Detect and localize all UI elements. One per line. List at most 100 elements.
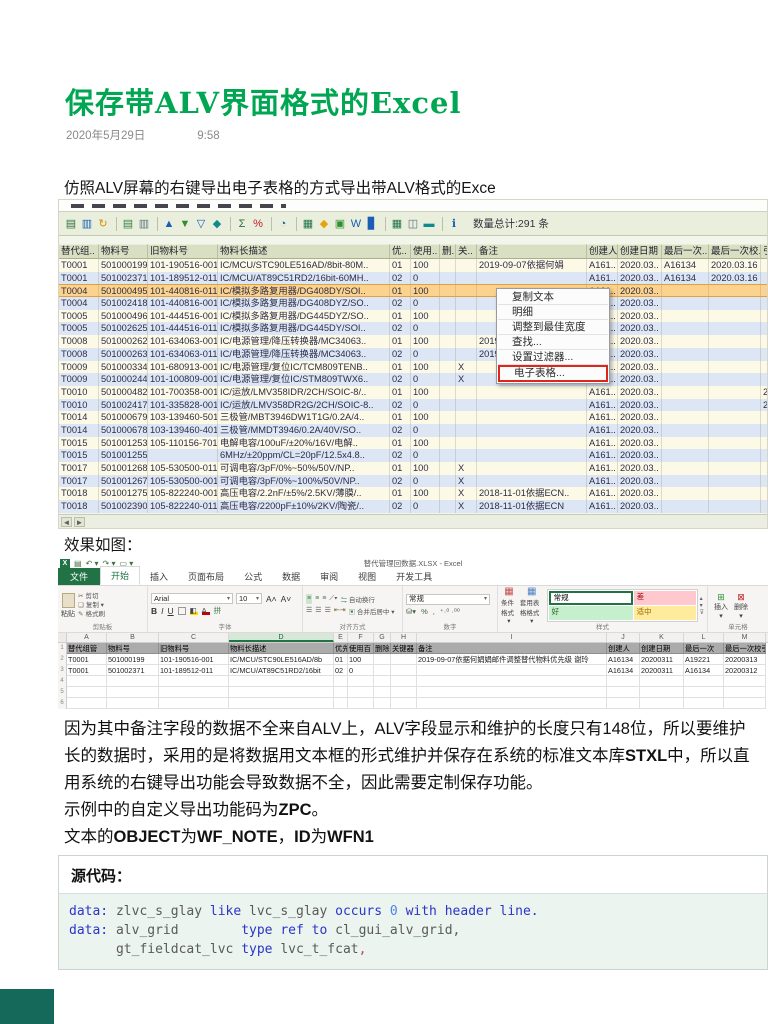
sheet-cell[interactable] — [229, 687, 334, 698]
cut-button[interactable]: ✂ 剪切 — [78, 592, 105, 601]
table-row[interactable]: T0004 501000495 101-440816-011 IC/模拟多路复用器/D… — [59, 284, 767, 298]
column-letter-C[interactable]: C — [159, 633, 229, 642]
sheet-cell[interactable] — [67, 676, 107, 687]
row-number[interactable]: 2 — [58, 654, 67, 665]
sheet-cell[interactable]: 501000199 — [107, 654, 159, 665]
column-letter-G[interactable]: G — [374, 633, 391, 642]
sheet-cell[interactable]: 删除标 — [374, 643, 391, 654]
filter-icon[interactable]: ▽ — [194, 217, 208, 231]
sheet-cell[interactable] — [684, 687, 724, 698]
table-row[interactable]: T0010 501000482 101-700358-001 IC/运放/LMV358… — [59, 385, 767, 399]
menu-item-generic[interactable]: 明细 — [498, 305, 608, 320]
copy-button[interactable]: ❏ 复制 ▾ — [78, 601, 105, 610]
align-top-icon[interactable]: ≡ — [306, 593, 313, 604]
table-row[interactable]: T0001 501002371 101-189512-011 IC/MCU/AT89C… — [59, 271, 767, 285]
sheet-cell[interactable] — [334, 676, 348, 687]
sheet-cell[interactable]: 501002371 — [107, 665, 159, 676]
sheet-cell[interactable]: 2019-09-07依据何娟娟邮件调整替代物料优先级 谢玲 — [417, 654, 607, 665]
column-header[interactable]: 优.. — [390, 244, 411, 259]
underline-button[interactable]: U — [168, 606, 174, 616]
print-detail-icon[interactable]: ▤ — [121, 217, 135, 231]
style-chip-mid[interactable]: 适中 — [633, 606, 696, 620]
print-list-icon[interactable]: ▥ — [137, 217, 151, 231]
column-header[interactable]: 最后一次校.. — [709, 244, 761, 259]
row-number[interactable]: 6 — [58, 698, 67, 709]
sheet-cell[interactable] — [374, 665, 391, 676]
sheet-cell[interactable]: 101-190516-001 — [159, 654, 229, 665]
menu-item-generic[interactable]: 查找... — [498, 335, 608, 350]
number-format-select[interactable]: 常规 ▾ — [406, 593, 490, 605]
sheet-cell[interactable] — [417, 676, 607, 687]
percent-style-icon[interactable]: % — [421, 607, 428, 616]
sheet-cell[interactable] — [607, 687, 640, 698]
sheet-cell[interactable]: 0 — [348, 665, 374, 676]
sheet-cell[interactable] — [724, 698, 766, 709]
sheet-cell[interactable] — [159, 698, 229, 709]
sheet-cell[interactable] — [159, 676, 229, 687]
tab-开发工具[interactable]: 开发工具 — [386, 568, 442, 585]
style-chip-good[interactable]: 好 — [548, 606, 633, 620]
column-letter-B[interactable]: B — [107, 633, 159, 642]
sheet-cell[interactable] — [724, 687, 766, 698]
decimal-icons[interactable]: ⁺·⁰ ·⁰⁰ — [440, 607, 460, 616]
sheet-cell[interactable] — [334, 698, 348, 709]
column-letter-I[interactable]: I — [417, 633, 607, 642]
tab-插入[interactable]: 插入 — [140, 568, 178, 585]
styles-down-icon[interactable]: ▾ — [700, 602, 704, 609]
alv-hscrollbar[interactable]: ◄ ► — [59, 514, 767, 528]
column-header[interactable]: 旧物料号 — [148, 244, 218, 259]
sheet-cell[interactable]: 最后一次校引用 — [724, 643, 766, 654]
sheet-cell[interactable]: 101-189512-011 — [159, 665, 229, 676]
sheet-cell[interactable] — [640, 687, 684, 698]
sheet-cell[interactable] — [348, 698, 374, 709]
styles-up-icon[interactable]: ▴ — [700, 595, 704, 602]
sheet-cell[interactable] — [348, 676, 374, 687]
column-letter-L[interactable]: L — [684, 633, 724, 642]
table-row[interactable]: T0015 501001255 6MHz/±20ppm/CL=20pF/12.5x4… — [59, 449, 767, 462]
column-letter-J[interactable]: J — [607, 633, 640, 642]
percent-icon[interactable]: % — [251, 217, 265, 231]
table-row[interactable]: T0014 501000679 103-139460-501 三极管/MBT3946D… — [59, 411, 767, 424]
column-header[interactable]: 关.. — [456, 244, 477, 259]
sheet-cell[interactable] — [107, 676, 159, 687]
sheet-cell[interactable]: T0001 — [67, 654, 107, 665]
column-header[interactable]: 物料长描述 — [218, 244, 390, 259]
column-letter-K[interactable]: K — [640, 633, 684, 642]
sheet-cell[interactable] — [417, 698, 607, 709]
sheet-cell[interactable] — [640, 676, 684, 687]
sheet-cell[interactable]: 替代组管 — [67, 643, 107, 654]
sheet-cell[interactable]: 20200313 — [724, 654, 766, 665]
sheet-cell[interactable]: 使用百 — [348, 643, 374, 654]
pie-chart-icon[interactable]: ◔ — [276, 217, 290, 231]
indent-icons[interactable]: ⇤⇥ — [334, 606, 346, 616]
sheet-cell[interactable]: T0001 — [67, 665, 107, 676]
sheet-cell[interactable] — [391, 687, 417, 698]
align-left-icon[interactable]: ☰ — [306, 606, 312, 616]
sheet-cell[interactable]: 20200311 — [640, 665, 684, 676]
sheet-cell[interactable] — [374, 698, 391, 709]
font-size-select[interactable]: 10 ▾ — [236, 593, 262, 604]
borders-button[interactable] — [177, 607, 186, 615]
sheet-cell[interactable]: 最后一次 — [684, 643, 724, 654]
sheet-cell[interactable] — [159, 687, 229, 698]
sheet-cell[interactable] — [607, 676, 640, 687]
paste-button[interactable]: 粘贴 — [61, 588, 75, 623]
column-header[interactable]: 使用.. — [411, 244, 440, 259]
column-letter-E[interactable]: E — [334, 633, 348, 642]
table-row[interactable]: T0001 501000199 101-190516-001 IC/MCU/STC90… — [59, 259, 767, 272]
table-row[interactable]: T0005 501002625 101-444516-011 IC/模拟多路复用器/D… — [59, 322, 767, 336]
tab-视图[interactable]: 视图 — [348, 568, 386, 585]
filter-set-icon[interactable]: ◆ — [210, 217, 224, 231]
italic-button[interactable]: I — [161, 606, 163, 616]
sheet-cell[interactable]: 备注 — [417, 643, 607, 654]
sheet-cell[interactable]: 20200311 — [640, 654, 684, 665]
table-row[interactable]: T0010 501002417 101-335828-001 IC/运放/LMV358… — [59, 398, 767, 412]
style-chip-bad[interactable]: 差 — [633, 591, 696, 605]
menu-item-generic[interactable]: 设置过滤器... — [498, 350, 608, 365]
column-header[interactable]: 备注 — [477, 244, 587, 259]
scroll-left-icon[interactable]: ◄ — [61, 516, 72, 527]
column-header[interactable]: 创建日期 — [618, 244, 662, 259]
info-icon[interactable]: ℹ — [447, 217, 461, 231]
sheet-cell[interactable]: A16134 — [684, 665, 724, 676]
sheet-cell[interactable]: A16134 — [607, 654, 640, 665]
